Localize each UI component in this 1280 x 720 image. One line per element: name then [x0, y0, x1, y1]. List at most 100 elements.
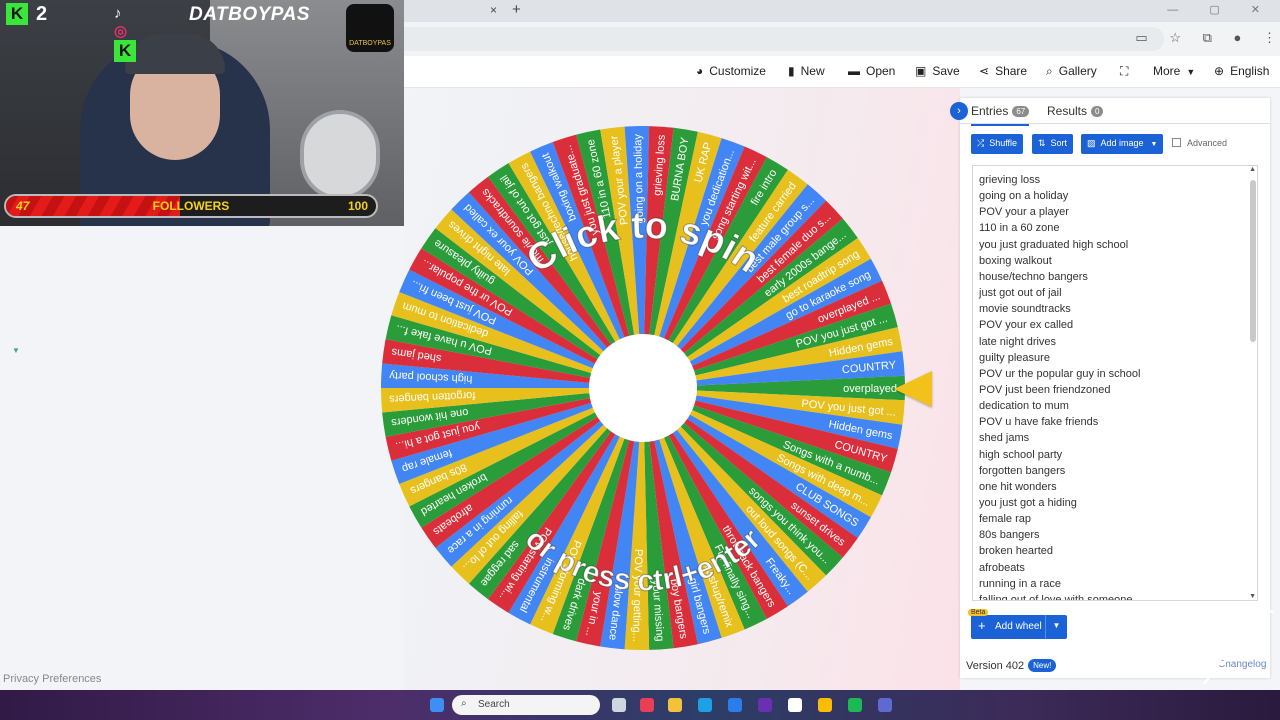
entry-line[interactable]: you just graduated high school	[979, 239, 1128, 251]
browser-action-icons: ▭ ☆ ⧉ ● ⋮	[1117, 30, 1276, 46]
shuffle-button[interactable]: ⤮ Shuffle	[971, 134, 1024, 154]
language-button[interactable]: ⊕ English	[1214, 64, 1269, 78]
entry-line[interactable]: house/techno bangers	[979, 271, 1088, 283]
followers-goal: 100	[347, 199, 368, 213]
tab-results[interactable]: Results 0	[1047, 104, 1104, 118]
file-icon: ▮	[788, 64, 795, 78]
cursor-marker-icon: ▼	[12, 346, 20, 355]
chevron-down-icon[interactable]: ▼	[1045, 615, 1067, 639]
wheel-slice-label: overplayed	[843, 383, 897, 395]
entry-line[interactable]: boxing walkout	[979, 255, 1052, 267]
browser-tab-strip: × + — ▢ ✕	[404, 0, 1280, 22]
entry-line[interactable]: forgotten bangers	[979, 465, 1065, 477]
collapse-panel-icon[interactable]: ›	[950, 102, 968, 120]
sort-button[interactable]: ⇅ Sort	[1032, 134, 1074, 154]
results-count-badge: 0	[1091, 106, 1104, 117]
tab-entries[interactable]: Entries 67	[971, 104, 1030, 126]
entry-line[interactable]: POV your ex called	[979, 319, 1073, 331]
fan-image	[300, 110, 380, 200]
entry-line[interactable]: 80s bangers	[979, 529, 1040, 541]
chrome-icon[interactable]	[818, 698, 832, 712]
share-icon: ⋖	[979, 64, 990, 78]
entry-line[interactable]: falling out of love with someone	[979, 594, 1132, 600]
new-button[interactable]: ▮ New	[788, 64, 825, 78]
social-icons: ♪ ◎ K	[114, 5, 136, 62]
add-wheel-button[interactable]: + Add wheel ▼	[971, 615, 1067, 639]
instagram-icon: ◎	[114, 23, 128, 40]
entry-line[interactable]: POV ur the popular guy in school	[979, 368, 1140, 380]
entries-panel: › Entries 67 Results 0 ⤮ Shuffle ⇅ Sort ▨ Add…	[950, 98, 1270, 678]
bookmark-star-icon[interactable]: ☆	[1169, 30, 1181, 45]
wheel-graphic[interactable]: overplayedPOV you just got ...Hidden gem…	[378, 123, 908, 653]
task-view-icon[interactable]	[612, 698, 626, 712]
profile-avatar-icon[interactable]: ●	[1234, 30, 1242, 45]
plus-icon: +	[978, 618, 986, 633]
add-image-button[interactable]: ▨ Add image ▼	[1081, 134, 1164, 154]
entry-line[interactable]: just got out of jail	[979, 287, 1062, 299]
more-button[interactable]: More ▼	[1153, 64, 1201, 78]
entry-line[interactable]: dedication to mum	[979, 400, 1069, 412]
entry-line[interactable]: going on a holiday	[979, 190, 1068, 202]
entry-line[interactable]: female rap	[979, 513, 1031, 525]
app-icon[interactable]	[878, 698, 892, 712]
address-bar: ▭ ☆ ⧉ ● ⋮	[404, 22, 1280, 56]
obs-icon[interactable]	[788, 698, 802, 712]
spotify-icon[interactable]	[848, 698, 862, 712]
spin-wheel[interactable]: overplayed POV you just got ... Hidden gem…	[378, 123, 908, 653]
privacy-preferences-link[interactable]: Privacy Preferences	[3, 673, 101, 685]
file-explorer-icon[interactable]	[668, 698, 682, 712]
taskbar-search[interactable]: ⌕ Search	[452, 695, 600, 715]
share-button[interactable]: ⋖ Share	[979, 64, 1027, 78]
extensions-icon[interactable]: ⧉	[1203, 30, 1212, 45]
beta-badge: Beta	[968, 609, 989, 616]
entry-line[interactable]: 110 in a 60 zone	[979, 222, 1060, 234]
entries-textarea[interactable]: ▲ ▼ grieving loss going on a holiday POV y…	[972, 165, 1258, 601]
tab-close-icon[interactable]: ×	[490, 3, 497, 17]
scroll-up-icon[interactable]: ▲	[1249, 166, 1256, 173]
new-badge[interactable]: New!	[1028, 659, 1057, 672]
new-tab-icon[interactable]: +	[512, 1, 521, 18]
scrollbar-thumb[interactable]	[1250, 180, 1256, 342]
windows-start-icon[interactable]	[430, 698, 444, 712]
entry-line[interactable]: movie soundtracks	[979, 303, 1071, 315]
entry-line[interactable]: you just got a hiding	[979, 497, 1077, 509]
version-info: Version 402 New!	[966, 659, 1057, 672]
app-icon[interactable]	[758, 698, 772, 712]
wheel-center[interactable]	[589, 334, 697, 442]
entry-line[interactable]: guilty pleasure	[979, 352, 1050, 364]
entry-line[interactable]: POV just been friendzoned	[979, 384, 1110, 396]
scroll-down-icon[interactable]: ▼	[1249, 593, 1256, 600]
page-icon[interactable]: ▭	[1135, 30, 1147, 45]
fullscreen-button[interactable]: ⛶	[1120, 64, 1134, 79]
customize-button[interactable]: ◕ Customize	[696, 64, 766, 78]
tiktok-icon: ♪	[114, 5, 122, 22]
browser-menu-icon[interactable]: ⋮	[1263, 30, 1276, 45]
entry-line[interactable]: shed jams	[979, 432, 1029, 444]
entry-line[interactable]: afrobeats	[979, 562, 1025, 574]
globe-icon: ⊕	[1214, 64, 1225, 78]
entry-line[interactable]: broken hearted	[979, 545, 1053, 557]
sort-icon: ⇅	[1038, 138, 1046, 148]
open-button[interactable]: ▬ Open	[848, 64, 895, 78]
gallery-button[interactable]: ⌕ Gallery	[1046, 64, 1097, 79]
entry-line[interactable]: running in a race	[979, 578, 1061, 590]
advanced-checkbox[interactable]: Advanced	[1172, 138, 1227, 148]
app-icon[interactable]	[640, 698, 654, 712]
save-button[interactable]: ▣ Save	[915, 64, 960, 78]
windows-taskbar: ⌕ Search	[0, 690, 1280, 720]
entry-line[interactable]: high school party	[979, 449, 1062, 461]
wheel-pointer-icon	[894, 371, 932, 407]
fullscreen-icon: ⛶	[1120, 64, 1129, 78]
streamer-handle: DATBOYPAS	[189, 4, 310, 25]
store-icon[interactable]	[728, 698, 742, 712]
entry-line[interactable]: one hit wonders	[979, 481, 1057, 493]
entry-line[interactable]: grieving loss	[979, 174, 1040, 186]
entry-line[interactable]: POV your a player	[979, 206, 1069, 218]
entry-line[interactable]: late night drives	[979, 336, 1056, 348]
kick-logo-icon: K	[114, 40, 136, 62]
search-icon: ⌕	[461, 698, 467, 709]
url-input[interactable]	[404, 27, 1164, 51]
entry-line[interactable]: POV u have fake friends	[979, 416, 1098, 428]
edge-browser-icon[interactable]	[698, 698, 712, 712]
window-controls[interactable]: — ▢ ✕	[1167, 3, 1274, 16]
